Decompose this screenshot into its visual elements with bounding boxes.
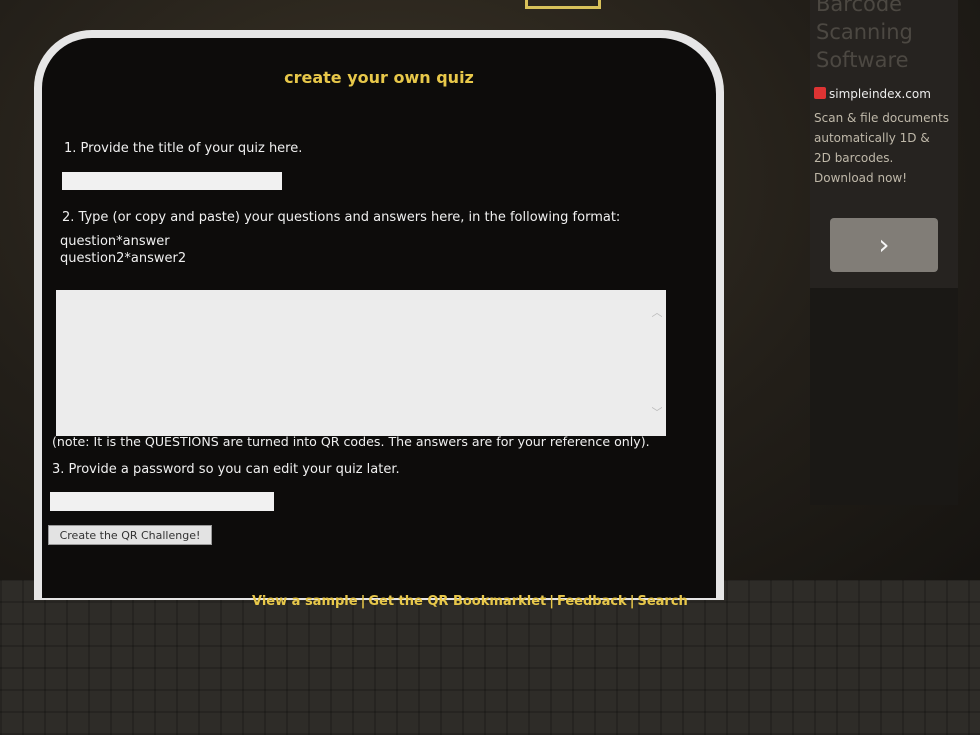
footer-separator: | [629, 594, 635, 609]
footer-separator: | [549, 594, 554, 609]
footer-separator: | [360, 594, 366, 609]
questions-textarea[interactable] [56, 290, 666, 436]
quiz-form-panel: create your own quiz 1. Provide the titl… [42, 38, 716, 598]
ad-site-link[interactable]: simpleindex.com [814, 87, 931, 101]
page-title: create your own quiz [284, 68, 474, 87]
questions-label: 2. Type (or copy and paste) your questio… [62, 210, 621, 225]
simpleindex-logo-icon [814, 87, 826, 99]
format-example-line1: question*answer [60, 234, 170, 249]
chevron-right-icon: › [878, 228, 890, 261]
bookmarklet-link[interactable]: Get the QR Bookmarklet [368, 594, 546, 609]
scroll-up-icon[interactable]: ︿ [650, 304, 664, 319]
format-example-line2: question2*answer2 [60, 251, 187, 266]
ad-headline-line: Scanning [816, 20, 913, 44]
ad-headline-line: Barcode [816, 0, 903, 16]
note-text: (note: It is the QUESTIONS are turned in… [52, 434, 650, 449]
search-link[interactable]: Search [637, 594, 687, 609]
password-label: 3. Provide a password so you can edit yo… [52, 462, 400, 477]
ad-next-button[interactable]: › [830, 218, 938, 272]
title-label: 1. Provide the title of your quiz here. [64, 141, 303, 156]
footer-links: View a sample | Get the QR Bookmarklet | Fee… [252, 594, 688, 609]
ad-site-label: simpleindex.com [829, 87, 931, 101]
top-logo-fragment [525, 0, 601, 9]
sidebar-ad[interactable]: Barcode Scanning Software simpleindex.co… [810, 0, 958, 505]
ad-headline[interactable]: Barcode Scanning Software [816, 0, 956, 74]
scroll-down-icon[interactable]: ﹀ [650, 404, 664, 419]
ad-lower-area [810, 288, 958, 505]
feedback-link[interactable]: Feedback [557, 594, 627, 609]
ad-headline-line: Software [816, 48, 909, 72]
create-qr-challenge-button[interactable]: Create the QR Challenge! [48, 525, 212, 545]
quiz-title-input[interactable] [62, 172, 282, 190]
password-input[interactable] [50, 492, 274, 511]
view-sample-link[interactable]: View a sample [252, 594, 358, 609]
ad-description: Scan & file documents automatically 1D &… [814, 111, 950, 185]
